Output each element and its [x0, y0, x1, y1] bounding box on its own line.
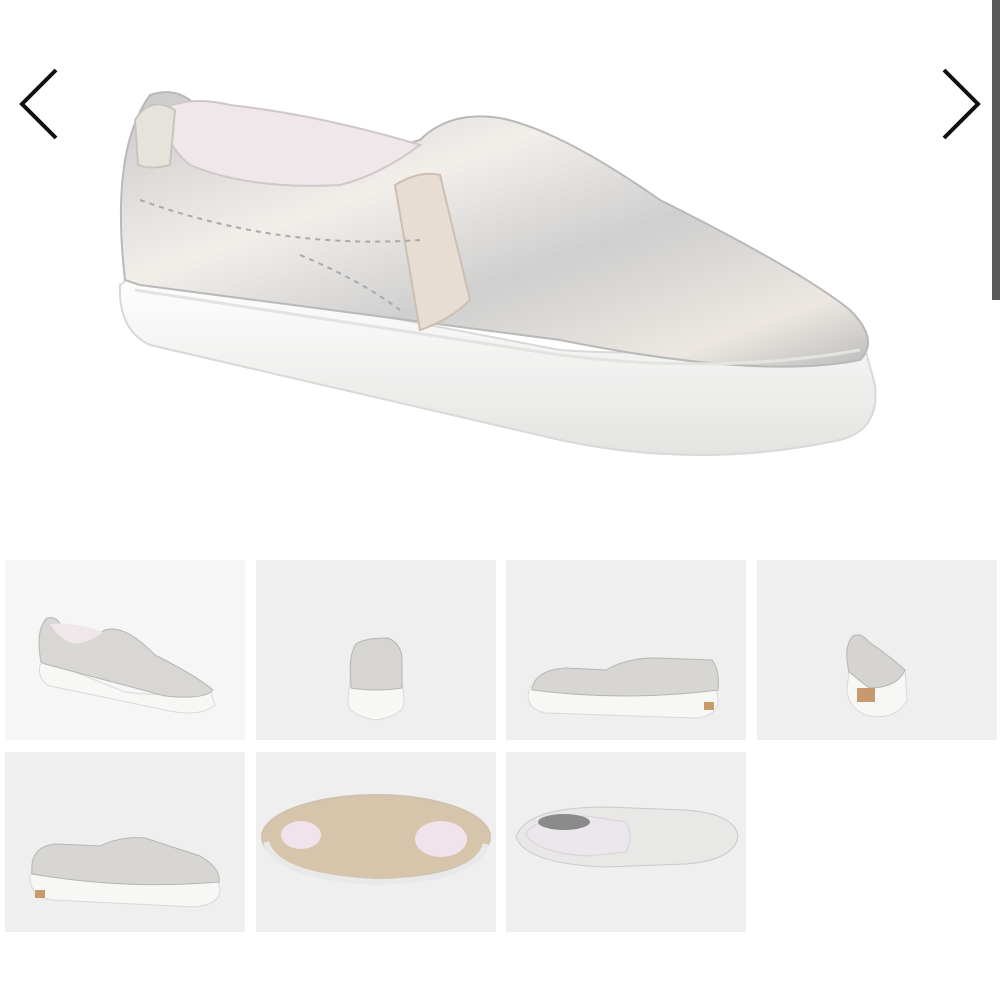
thumbnail-7[interactable] — [506, 752, 746, 932]
main-product-image — [0, 0, 1000, 545]
chevron-left-icon — [19, 68, 58, 140]
thumbnail-3[interactable] — [506, 560, 746, 740]
chevron-right-icon — [942, 68, 981, 140]
thumbnail-1[interactable] — [5, 560, 245, 740]
thumbnail-2[interactable] — [256, 560, 496, 740]
thumbnail-4[interactable] — [757, 560, 997, 740]
next-image-button[interactable] — [924, 64, 994, 144]
thumbnail-5[interactable] — [5, 752, 245, 932]
prev-image-button[interactable] — [6, 64, 76, 144]
scroll-indicator — [992, 0, 1000, 300]
thumbnail-6[interactable] — [256, 752, 496, 932]
